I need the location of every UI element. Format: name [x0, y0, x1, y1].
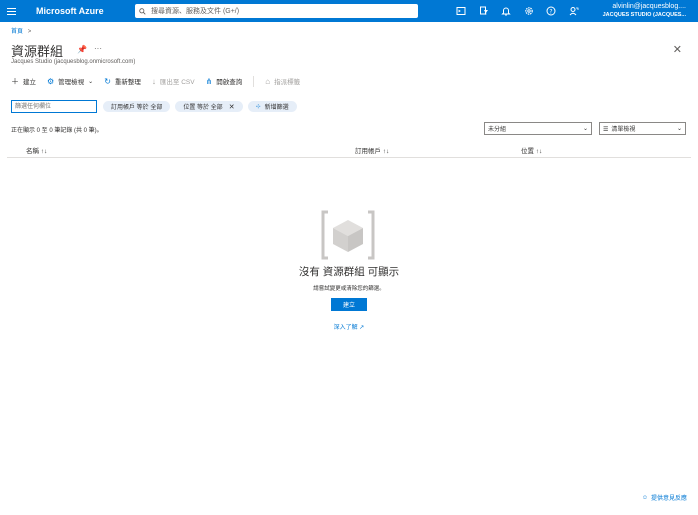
close-icon[interactable]: ✕: [673, 43, 682, 56]
feedback-icon[interactable]: [563, 0, 586, 22]
list-view-icon: ☰: [603, 127, 609, 133]
location-filter-pill[interactable]: 位置 等於 全部 ✕: [175, 101, 243, 112]
empty-state-subtitle: 請嘗試變更或清除您的篩選。: [313, 286, 385, 292]
subscription-filter-label: 訂用帳戶 等於 全部: [111, 105, 163, 111]
query-icon: ⋔: [205, 76, 213, 86]
record-count: 正在顯示 0 至 0 筆記錄 (共 0 筆)。: [11, 128, 103, 134]
svg-text:?: ?: [550, 8, 553, 15]
notification-bell-icon[interactable]: [495, 0, 518, 22]
breadcrumb-home-link[interactable]: 首頁: [11, 29, 23, 35]
location-filter-label: 位置 等於 全部: [183, 105, 223, 111]
column-header-name[interactable]: 名稱 ↑↓: [26, 145, 47, 155]
refresh-icon: ↻: [104, 76, 111, 86]
add-filter-button[interactable]: ⊹ 新增篩選: [247, 101, 297, 112]
cloud-shell-icon[interactable]: [450, 0, 473, 22]
breadcrumb-separator: >: [27, 29, 32, 35]
account-menu[interactable]: alvinlin@jacquesblog.... JACQUES STUDIO …: [603, 2, 686, 20]
download-icon: ↓: [151, 76, 156, 86]
create-button[interactable]: ＋ 建立: [11, 76, 36, 87]
export-csv-label: 匯出至 CSV: [159, 79, 195, 86]
chevron-down-icon: ⌄: [676, 126, 682, 132]
help-icon[interactable]: ?: [540, 0, 563, 22]
page-subtitle: Jacques Studio (jacquesblog.onmicrosoft.…: [11, 59, 136, 65]
manage-view-label: 管理檢視: [58, 79, 85, 86]
directory-filter-icon[interactable]: [473, 0, 496, 22]
top-icon-group: ?: [450, 0, 585, 22]
feedback-label: 提供意見反應: [650, 496, 687, 502]
empty-state-create-button[interactable]: 建立: [331, 298, 367, 311]
create-label: 建立: [23, 79, 36, 86]
breadcrumb: 首頁 >: [11, 26, 31, 35]
settings-gear-icon[interactable]: [518, 0, 541, 22]
remove-filter-icon[interactable]: ✕: [229, 103, 235, 111]
header-divider: [7, 157, 691, 158]
open-query-label: 開啟查詢: [216, 79, 243, 86]
refresh-button[interactable]: ↻ 重新整理: [104, 76, 141, 87]
account-tenant: JACQUES STUDIO (JACQUES...: [602, 12, 686, 18]
plus-icon: ＋: [11, 76, 19, 86]
filter-input[interactable]: [11, 100, 97, 113]
tag-icon: ⌂: [265, 76, 271, 86]
subscription-filter-pill[interactable]: 訂用帳戶 等於 全部: [103, 101, 171, 112]
chevron-down-icon: ⌄: [582, 126, 588, 132]
empty-state-title: 沒有 資源群組 可顯示: [298, 266, 400, 278]
more-options-icon[interactable]: ···: [94, 44, 102, 53]
manage-view-button[interactable]: ⚙ 管理檢視 ⌄: [47, 76, 94, 87]
group-by-dropdown[interactable]: 未分組 ⌄: [484, 122, 592, 135]
brand-logo-text[interactable]: Microsoft Azure: [36, 6, 104, 16]
group-by-value: 未分組: [488, 127, 507, 133]
search-placeholder: 搜尋資源、服務及文件 (G+/): [151, 8, 240, 15]
filter-bar: 訂用帳戶 等於 全部 位置 等於 全部 ✕ ⊹新增篩選: [11, 100, 302, 113]
chevron-down-icon: ⌄: [88, 78, 94, 85]
view-mode-dropdown[interactable]: ☰ 清單檢視 ⌄: [599, 122, 686, 135]
empty-resource-group-icon: [321, 210, 375, 260]
add-filter-label: 新增篩選: [264, 105, 289, 111]
assign-tags-button[interactable]: ⌂ 指派標籤: [265, 76, 301, 87]
assign-tags-label: 指派標籤: [274, 79, 301, 86]
account-email: alvinlin@jacquesblog....: [612, 3, 686, 10]
column-header-location[interactable]: 位置 ↑↓: [521, 145, 542, 155]
open-query-button[interactable]: ⋔ 開啟查詢: [205, 76, 243, 87]
search-icon: [139, 7, 146, 15]
hamburger-menu-icon[interactable]: [0, 0, 22, 22]
export-csv-button[interactable]: ↓ 匯出至 CSV: [151, 76, 195, 87]
add-filter-icon: ⊹: [255, 104, 261, 110]
command-bar: ＋ 建立 ⚙ 管理檢視 ⌄ ↻ 重新整理 ↓ 匯出至 CSV ⋔ 開啟查詢 ⌂ 指派標籤: [11, 74, 311, 88]
top-navigation-bar: Microsoft Azure 搜尋資源、服務及文件 (G+/) ? alvin…: [0, 0, 698, 22]
column-header-subscription[interactable]: 訂用帳戶 ↑↓: [355, 145, 389, 155]
refresh-label: 重新整理: [114, 79, 141, 86]
learn-more-link[interactable]: 深入了解 ↗: [0, 322, 698, 331]
feedback-link[interactable]: ☺ 提供意見反應: [641, 493, 687, 503]
gear-icon: ⚙: [47, 76, 55, 86]
page-title: 資源群組: [11, 44, 64, 59]
feedback-person-icon: ☺: [641, 494, 648, 501]
toolbar-divider: [253, 75, 255, 87]
pin-icon[interactable]: 📌: [77, 45, 87, 54]
view-mode-value: 清單檢視: [611, 127, 636, 133]
global-search-box[interactable]: 搜尋資源、服務及文件 (G+/): [135, 4, 418, 18]
